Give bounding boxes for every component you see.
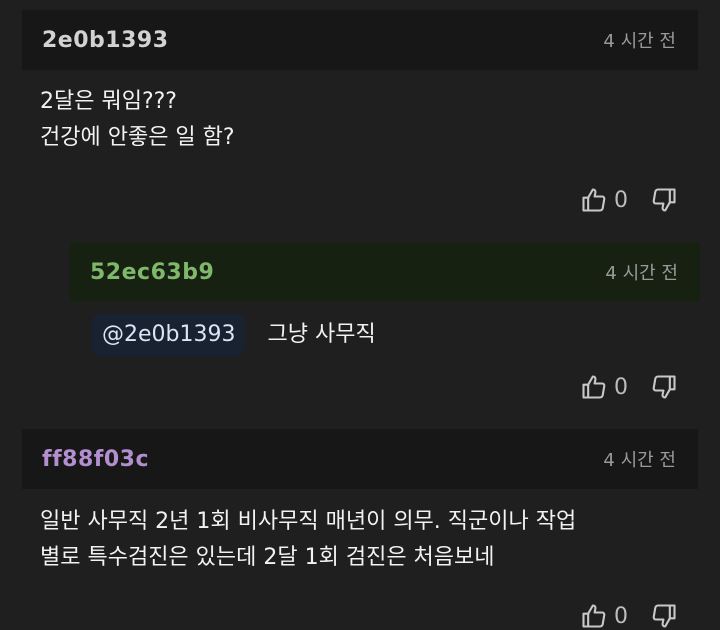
dislike-button[interactable] [650, 373, 678, 401]
comment-body: @2e0b1393 그냥 사무직 [92, 314, 376, 356]
comment-actions: 0 [580, 602, 678, 630]
thumb-down-icon [652, 604, 676, 628]
comment-text: 그냥 사무직 [267, 322, 376, 347]
comment-line: 일반 사무직 2년 1회 비사무직 매년이 의무. 직군이나 작업 [40, 509, 577, 534]
like-count: 0 [614, 187, 628, 213]
comment-author[interactable]: ff88f03c [42, 447, 149, 472]
dislike-button[interactable] [650, 602, 678, 630]
comment-line: 2달은 뭐임??? [40, 89, 177, 114]
like-button[interactable] [580, 373, 608, 401]
like-button[interactable] [580, 602, 608, 630]
thumb-up-icon [582, 375, 606, 399]
comment-header: ff88f03c 4 시간 전 [22, 429, 698, 489]
comment-header: 52ec63b9 4 시간 전 [70, 242, 700, 302]
like-count: 0 [614, 374, 628, 400]
comment-author[interactable]: 52ec63b9 [90, 260, 214, 285]
thumb-down-icon [652, 188, 676, 212]
dislike-button[interactable] [650, 186, 678, 214]
thumb-down-icon [652, 375, 676, 399]
comment-actions: 0 [580, 186, 678, 214]
like-button[interactable] [580, 186, 608, 214]
comment-body: 일반 사무직 2년 1회 비사무직 매년이 의무. 직군이나 작업 별로 특수검… [40, 504, 576, 576]
comment-time: 4 시간 전 [603, 450, 676, 471]
comment-line: 건강에 안좋은 일 함? [40, 125, 235, 150]
comment-header: 2e0b1393 4 시간 전 [22, 10, 698, 70]
comment-time: 4 시간 전 [603, 31, 676, 52]
comment-line: 별로 특수검진은 있는데 2달 1회 검진은 처음보네 [40, 545, 495, 570]
thumb-up-icon [582, 188, 606, 212]
comment-time: 4 시간 전 [605, 263, 678, 284]
thumb-up-icon [582, 604, 606, 628]
mention-link[interactable]: @2e0b1393 [92, 314, 246, 356]
comment-body: 2달은 뭐임??? 건강에 안좋은 일 함? [40, 84, 235, 156]
comment-actions: 0 [580, 373, 678, 401]
comment-author[interactable]: 2e0b1393 [42, 28, 169, 53]
